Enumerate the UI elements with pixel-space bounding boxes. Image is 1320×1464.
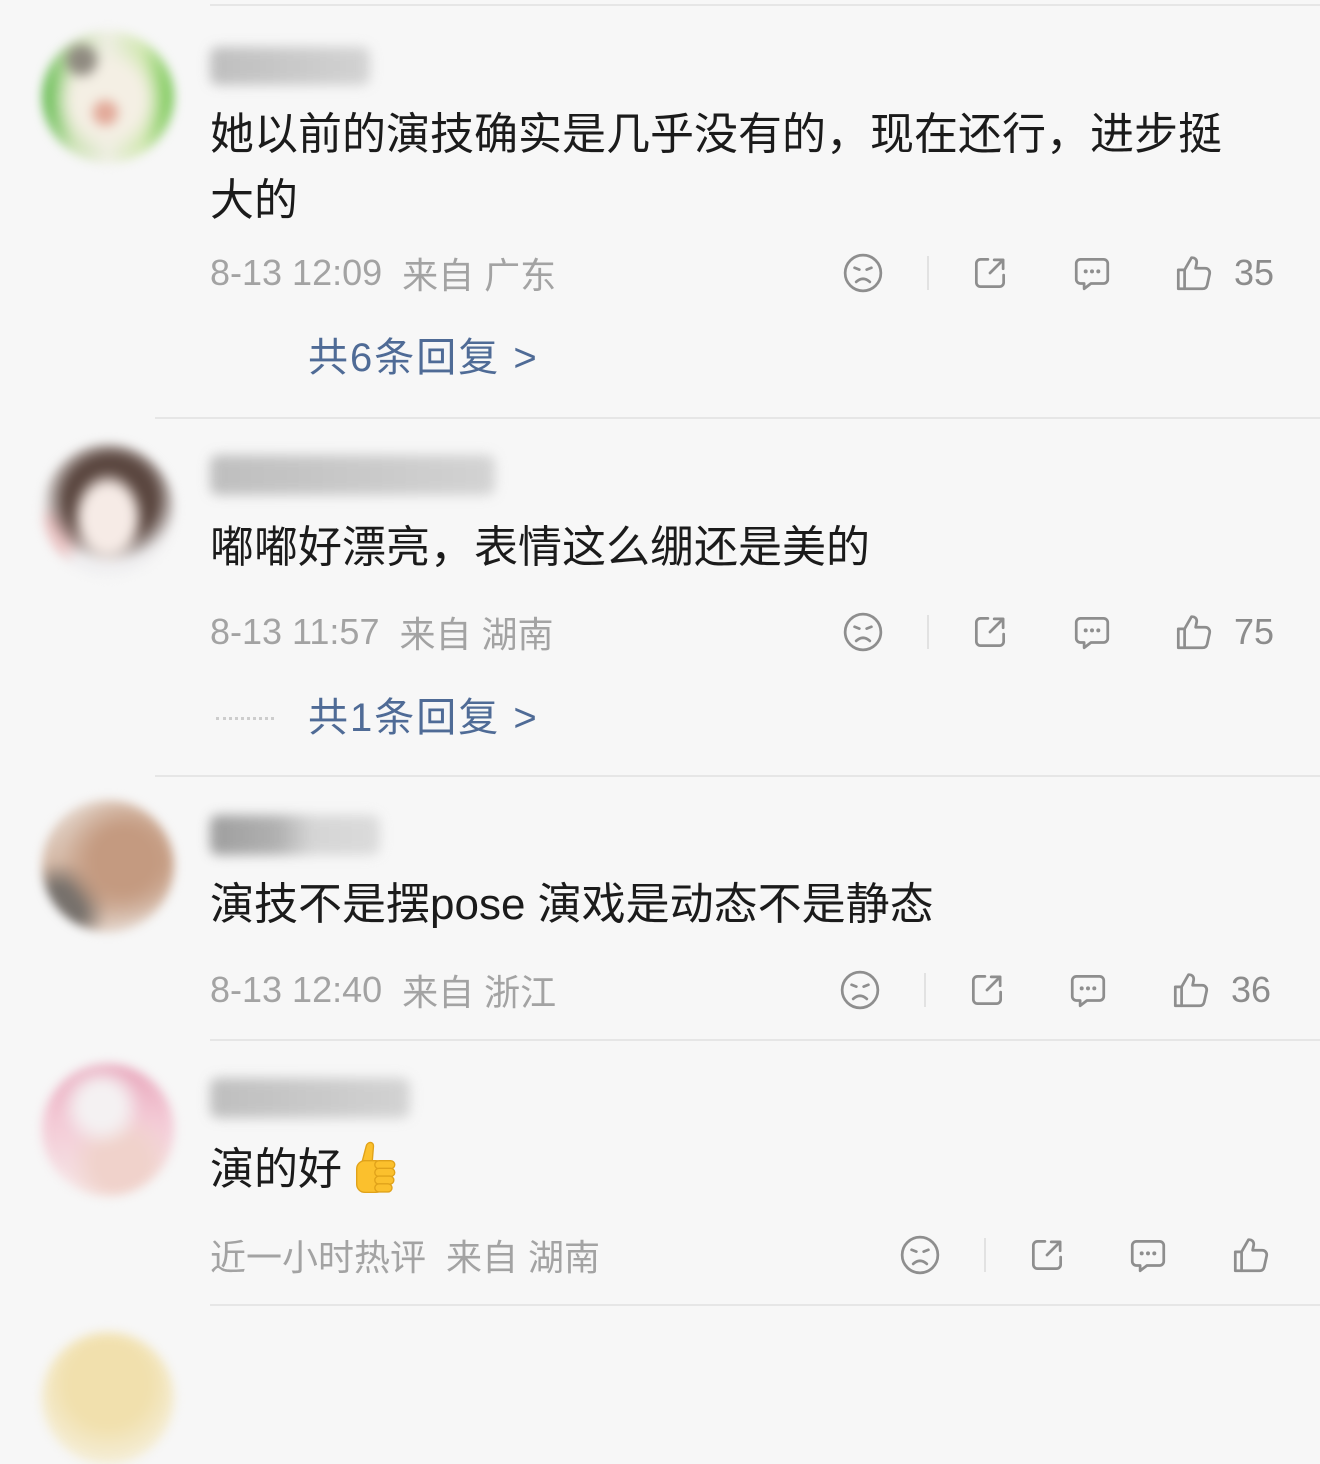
like-button[interactable] (1229, 1232, 1271, 1278)
share-icon (966, 969, 1008, 1011)
comment-button[interactable] (1067, 969, 1109, 1011)
action-separator (984, 1238, 986, 1272)
comment-location: 来自 湖南 (399, 614, 554, 655)
username-blurred[interactable] (210, 1078, 410, 1118)
comment-time: 8-13 12:09 (210, 252, 383, 293)
like-count: 75 (1234, 611, 1275, 652)
comment-icon (1127, 1234, 1169, 1276)
comment-location: 来自 浙江 (402, 972, 557, 1013)
comment-meta: 8-13 11:57 来自 湖南 (210, 609, 554, 655)
comment-item: 演的好 近一小时热评 来自 湖南 (0, 1040, 1320, 1304)
share-button[interactable] (969, 611, 1011, 653)
avatar[interactable] (42, 31, 174, 163)
share-icon (969, 252, 1011, 294)
share-button[interactable] (969, 252, 1011, 294)
comment-text: 演技不是摆pose 演戏是动态不是静态 (210, 880, 934, 929)
username-blurred[interactable] (210, 815, 380, 855)
comment-text: 演的好 (210, 1137, 1250, 1203)
comment-icon (1067, 969, 1109, 1011)
view-replies-link[interactable]: 共1条回复 > (308, 695, 539, 741)
thumbs-up-icon (1172, 611, 1214, 653)
avatar[interactable] (42, 444, 174, 576)
thumbs-up-icon (1229, 1234, 1271, 1276)
like-count: 36 (1231, 969, 1272, 1010)
sad-face-icon (839, 969, 881, 1011)
dotted-leader (216, 717, 274, 720)
thumbs-up-icon (1172, 252, 1214, 294)
like-button[interactable]: 35 (1172, 250, 1274, 296)
comment-icon (1071, 252, 1113, 294)
username-blurred[interactable] (210, 47, 370, 85)
like-button[interactable]: 36 (1169, 967, 1271, 1013)
sad-face-icon (899, 1234, 941, 1276)
comment-time: 8-13 11:57 (210, 611, 380, 652)
view-replies-link[interactable]: 共6条回复 > (308, 335, 539, 381)
thumbs-up-emoji (356, 1141, 396, 1194)
avatar[interactable] (42, 1332, 174, 1464)
like-count: 35 (1234, 252, 1275, 293)
share-button[interactable] (1026, 1234, 1068, 1276)
comment-meta: 8-13 12:40 来自 浙江 (210, 967, 556, 1013)
comment-item: 她以前的演技确实是几乎没有的，现在还行，进步挺大的 8-13 12:09 来自 … (0, 0, 1320, 417)
comment-time: 8-13 12:40 (210, 969, 383, 1010)
comment-text-content: 演的好 (210, 1145, 342, 1194)
comment-button[interactable] (1127, 1234, 1169, 1276)
action-separator (924, 973, 926, 1007)
action-separator (927, 615, 929, 649)
dislike-button[interactable] (842, 252, 884, 294)
share-icon (1026, 1234, 1068, 1276)
sad-face-icon (842, 252, 884, 294)
comment-icon (1071, 611, 1113, 653)
action-separator (927, 256, 929, 290)
comment-button[interactable] (1071, 252, 1113, 294)
comment-text: 嘟嘟好漂亮，表情这么绷还是美的 (210, 523, 870, 572)
dislike-button[interactable] (899, 1234, 941, 1276)
comment-location: 来自 湖南 (446, 1237, 601, 1278)
share-icon (969, 611, 1011, 653)
like-button[interactable]: 75 (1172, 609, 1274, 655)
comment-location: 来自 广东 (402, 255, 557, 296)
comment-meta: 8-13 12:09 来自 广东 (210, 250, 556, 296)
share-button[interactable] (966, 969, 1008, 1011)
sad-face-icon (842, 611, 884, 653)
thumbs-up-icon (1169, 969, 1211, 1011)
comment-time: 近一小时热评 (210, 1237, 427, 1278)
comment-item: 演技不是摆pose 演戏是动态不是静态 8-13 12:40 来自 浙江 36 (0, 776, 1320, 1039)
comment-button[interactable] (1071, 611, 1113, 653)
comment-item: 嘟嘟好漂亮，表情这么绷还是美的 8-13 11:57 来自 湖南 75 共1条回… (0, 418, 1320, 775)
dislike-button[interactable] (842, 611, 884, 653)
divider (210, 1304, 1320, 1306)
username-blurred[interactable] (210, 455, 495, 495)
comment-text: 她以前的演技确实是几乎没有的，现在还行，进步挺大的 (210, 110, 1222, 225)
avatar[interactable] (42, 1064, 174, 1196)
avatar[interactable] (42, 800, 174, 932)
comment-meta: 近一小时热评 来自 湖南 (210, 1232, 600, 1278)
dislike-button[interactable] (839, 969, 881, 1011)
